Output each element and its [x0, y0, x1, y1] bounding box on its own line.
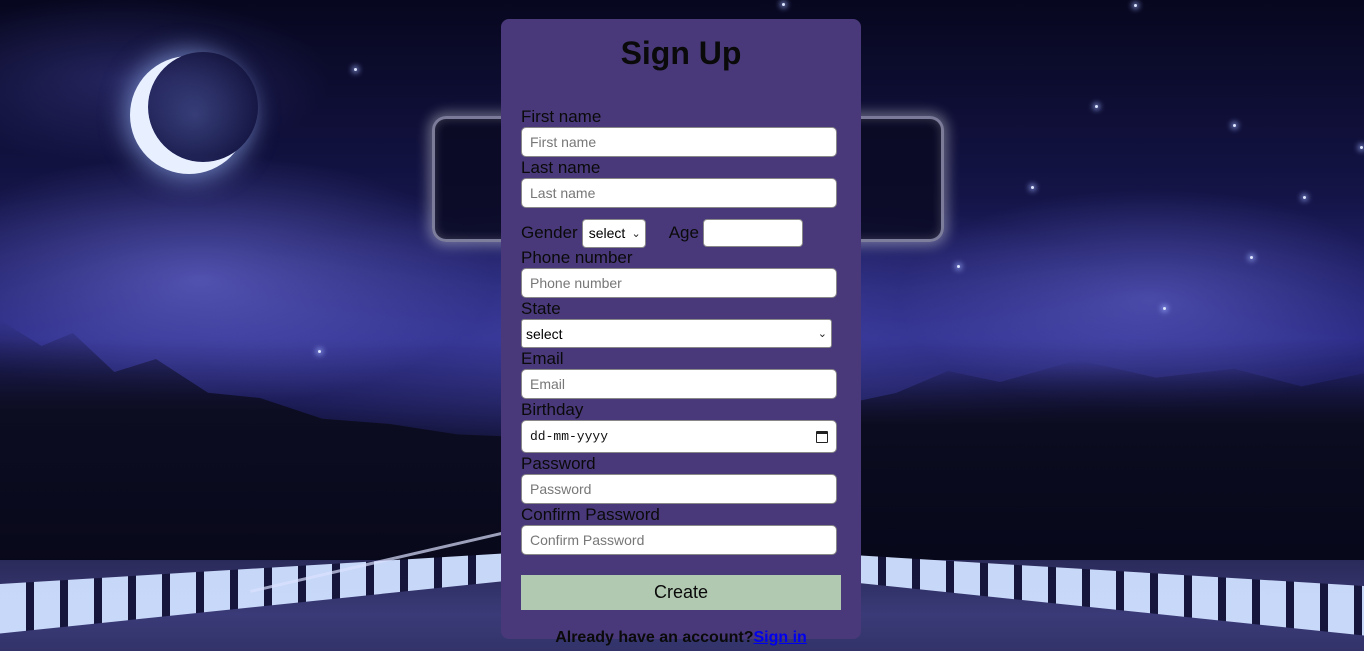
- state-select-value: select: [526, 325, 563, 342]
- star: [354, 68, 357, 71]
- crescent-moon: [148, 52, 258, 162]
- star: [1163, 307, 1166, 310]
- page-title: Sign Up: [620, 35, 742, 71]
- star: [1031, 186, 1034, 189]
- email-field[interactable]: Email: [521, 369, 837, 399]
- email-label: Email: [521, 349, 564, 368]
- birthday-field[interactable]: dd-mm-yyyy: [521, 420, 837, 453]
- star: [1360, 146, 1363, 149]
- star: [318, 350, 321, 353]
- gender-label: Gender: [521, 223, 578, 242]
- confirm-password-field[interactable]: Confirm Password: [521, 525, 837, 555]
- gender-select-value: select: [588, 225, 626, 241]
- create-button[interactable]: Create: [521, 575, 841, 610]
- phone-label: Phone number: [521, 248, 633, 267]
- password-label: Password: [521, 454, 596, 473]
- star: [1134, 4, 1137, 7]
- birthday-placeholder: dd-mm-yyyy: [530, 429, 609, 444]
- star: [1250, 256, 1253, 259]
- gender-age-row: Gender select ⌄ Age: [521, 218, 841, 248]
- signin-link[interactable]: Sign in: [753, 629, 806, 646]
- star: [1303, 196, 1306, 199]
- birthday-label: Birthday: [521, 400, 584, 419]
- gender-select[interactable]: select ⌄: [581, 218, 646, 248]
- star: [1233, 124, 1236, 127]
- signin-prompt: Already have an account?Sign in: [521, 629, 841, 647]
- phone-field[interactable]: Phone number: [521, 268, 837, 298]
- first-name-field[interactable]: First name: [521, 127, 837, 157]
- confirm-password-label: Confirm Password: [521, 505, 660, 524]
- state-select[interactable]: select ⌄: [521, 319, 832, 348]
- star: [1095, 105, 1098, 108]
- signup-card: Sign Up First name First name Last name …: [501, 19, 861, 646]
- last-name-field[interactable]: Last name: [521, 178, 837, 208]
- calendar-icon[interactable]: [816, 430, 828, 443]
- tree-line-right: [844, 360, 1364, 580]
- footer-text: Already have an account?: [555, 629, 754, 646]
- first-name-label: First name: [521, 107, 602, 126]
- chevron-down-icon: ⌄: [817, 328, 827, 340]
- star: [957, 265, 960, 268]
- chevron-down-icon: ⌄: [631, 227, 641, 240]
- password-field[interactable]: Password: [521, 474, 837, 504]
- star: [782, 3, 785, 6]
- last-name-label: Last name: [521, 158, 601, 177]
- age-label: Age: [668, 223, 699, 242]
- state-label: State: [521, 299, 561, 318]
- age-field[interactable]: [702, 219, 803, 247]
